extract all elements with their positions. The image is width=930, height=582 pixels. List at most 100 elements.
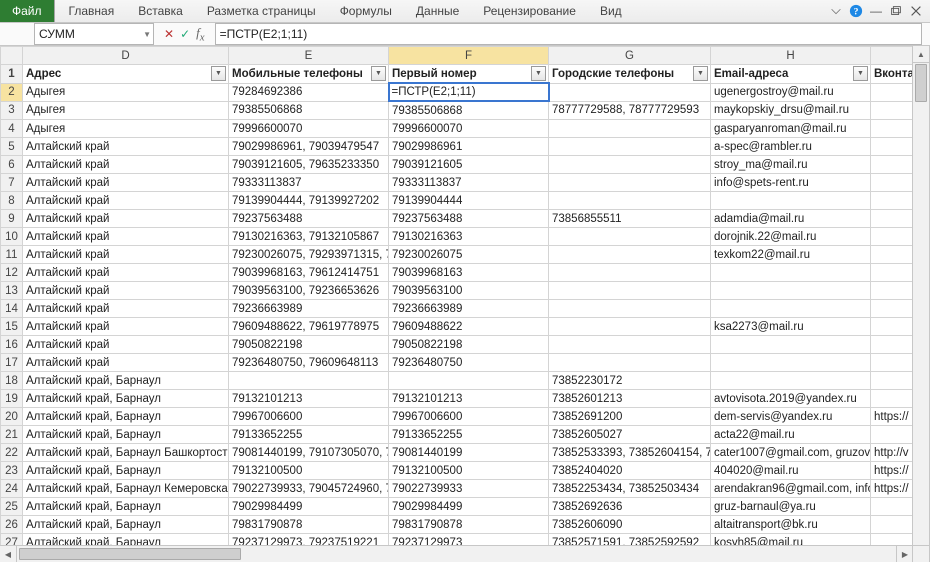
ribbon-minimize-icon[interactable] [828, 3, 844, 19]
cell[interactable] [549, 282, 711, 300]
cell[interactable]: 79996600070 [389, 120, 549, 138]
col-header-H[interactable]: H [711, 47, 871, 65]
cell[interactable]: http://v [871, 444, 914, 462]
cell[interactable]: 79133652255 [229, 426, 389, 444]
cell[interactable] [871, 101, 914, 120]
cell[interactable]: dorojnik.22@mail.ru [711, 228, 871, 246]
cell[interactable]: 79039968163 [389, 264, 549, 282]
cell[interactable]: 79039968163, 79612414751 [229, 264, 389, 282]
header-address[interactable]: Адрес▼ [23, 65, 229, 84]
header-mobile[interactable]: Мобильные телефоны▼ [229, 65, 389, 84]
row-header[interactable]: 21 [1, 426, 23, 444]
cell[interactable]: 79139904444, 79139927202 [229, 192, 389, 210]
cell[interactable]: 79039563100 [389, 282, 549, 300]
cell[interactable] [549, 264, 711, 282]
row-header[interactable]: 1 [1, 65, 23, 84]
cell[interactable] [871, 300, 914, 318]
scroll-left-icon[interactable]: ◀ [0, 546, 17, 562]
cell[interactable] [711, 372, 871, 390]
cell[interactable]: adamdia@mail.ru [711, 210, 871, 228]
row-header[interactable]: 23 [1, 462, 23, 480]
cell[interactable]: 79029986961 [389, 138, 549, 156]
select-all-corner[interactable] [1, 47, 23, 65]
cell[interactable] [871, 426, 914, 444]
name-box[interactable]: СУММ ▼ [34, 23, 154, 45]
cell[interactable]: 79236663989 [229, 300, 389, 318]
cell[interactable]: Алтайский край [23, 156, 229, 174]
cell[interactable]: 79236480750, 79609648113 [229, 354, 389, 372]
cell[interactable]: 79139904444 [389, 192, 549, 210]
cell[interactable] [711, 354, 871, 372]
cell[interactable]: Алтайский край, Барнаул [23, 516, 229, 534]
cell[interactable]: 79132100500 [389, 462, 549, 480]
cell[interactable]: Алтайский край [23, 174, 229, 192]
cell[interactable]: 79029984499 [229, 498, 389, 516]
cell[interactable]: avtovisota.2019@yandex.ru [711, 390, 871, 408]
horizontal-scrollbar[interactable]: ◀ ▶ [0, 545, 913, 562]
cell[interactable] [871, 210, 914, 228]
cell[interactable] [871, 264, 914, 282]
cell[interactable] [549, 156, 711, 174]
cell[interactable]: gasparyanroman@mail.ru [711, 120, 871, 138]
ribbon-tab-pagelayout[interactable]: Разметка страницы [197, 1, 326, 21]
cell[interactable] [871, 498, 914, 516]
window-minimize-icon[interactable]: — [868, 3, 884, 19]
cell[interactable]: 79132100500 [229, 462, 389, 480]
cell[interactable] [871, 336, 914, 354]
cell[interactable]: 79132101213 [389, 390, 549, 408]
cell[interactable] [549, 120, 711, 138]
row-header[interactable]: 14 [1, 300, 23, 318]
header-city-phones[interactable]: Городские телефоны▼ [549, 65, 711, 84]
cell[interactable]: 73852230172 [549, 372, 711, 390]
cell[interactable] [871, 156, 914, 174]
cell[interactable]: 404020@mail.ru [711, 462, 871, 480]
cell[interactable]: 79385506868 [229, 101, 389, 120]
chevron-down-icon[interactable]: ▼ [143, 30, 151, 39]
cell[interactable]: 79236480750 [389, 354, 549, 372]
cell[interactable]: 79039563100, 79236653626 [229, 282, 389, 300]
cell[interactable]: 79967006600 [229, 408, 389, 426]
filter-button[interactable]: ▼ [371, 66, 386, 81]
enter-formula-icon[interactable]: ✓ [180, 27, 190, 41]
row-header[interactable]: 13 [1, 282, 23, 300]
cell[interactable]: 79385506868 [389, 101, 549, 120]
cell[interactable]: 73856855511 [549, 210, 711, 228]
cell[interactable] [549, 228, 711, 246]
row-header[interactable]: 16 [1, 336, 23, 354]
cell[interactable]: stroy_ma@mail.ru [711, 156, 871, 174]
cell[interactable] [871, 246, 914, 264]
cell[interactable]: 79081440199, 79107305070, 7910 [229, 444, 389, 462]
cell[interactable] [549, 174, 711, 192]
cell[interactable]: Алтайский край [23, 210, 229, 228]
cell[interactable]: 79130216363, 79132105867 [229, 228, 389, 246]
help-icon[interactable]: ? [848, 3, 864, 19]
cell[interactable]: 79022739933, 79045724960, 7905 [229, 480, 389, 498]
cell[interactable] [711, 192, 871, 210]
cell[interactable]: cater1007@gmail.com, gruzovik [711, 444, 871, 462]
cell[interactable]: 79967006600 [389, 408, 549, 426]
cell[interactable]: dem-servis@yandex.ru [711, 408, 871, 426]
cell[interactable] [549, 83, 711, 101]
ribbon-tab-review[interactable]: Рецензирование [473, 1, 586, 21]
cell[interactable]: 73852253434, 73852503434 [549, 480, 711, 498]
row-header[interactable]: 2 [1, 83, 23, 101]
row-header[interactable]: 10 [1, 228, 23, 246]
cancel-formula-icon[interactable]: ✕ [164, 27, 174, 41]
cell[interactable]: 73852533393, 73852604154, 7391 [549, 444, 711, 462]
cell[interactable]: Алтайский край [23, 300, 229, 318]
vscroll-thumb[interactable] [915, 64, 927, 102]
header-first-number[interactable]: Первый номер▼ [389, 65, 549, 84]
cell[interactable]: 79230026075, 79293971315, 7929 [229, 246, 389, 264]
filter-button[interactable]: ▼ [853, 66, 868, 81]
window-restore-icon[interactable] [888, 3, 904, 19]
cell[interactable]: 73852605027 [549, 426, 711, 444]
row-header[interactable]: 15 [1, 318, 23, 336]
row-header[interactable]: 26 [1, 516, 23, 534]
cell[interactable]: gruz-barnaul@ya.ru [711, 498, 871, 516]
cell[interactable]: Алтайский край [23, 228, 229, 246]
cell[interactable]: Алтайский край, Барнаул Башкортостан [23, 444, 229, 462]
row-header[interactable]: 22 [1, 444, 23, 462]
cell[interactable]: acta22@mail.ru [711, 426, 871, 444]
cell[interactable] [871, 120, 914, 138]
cell[interactable]: 79831790878 [229, 516, 389, 534]
